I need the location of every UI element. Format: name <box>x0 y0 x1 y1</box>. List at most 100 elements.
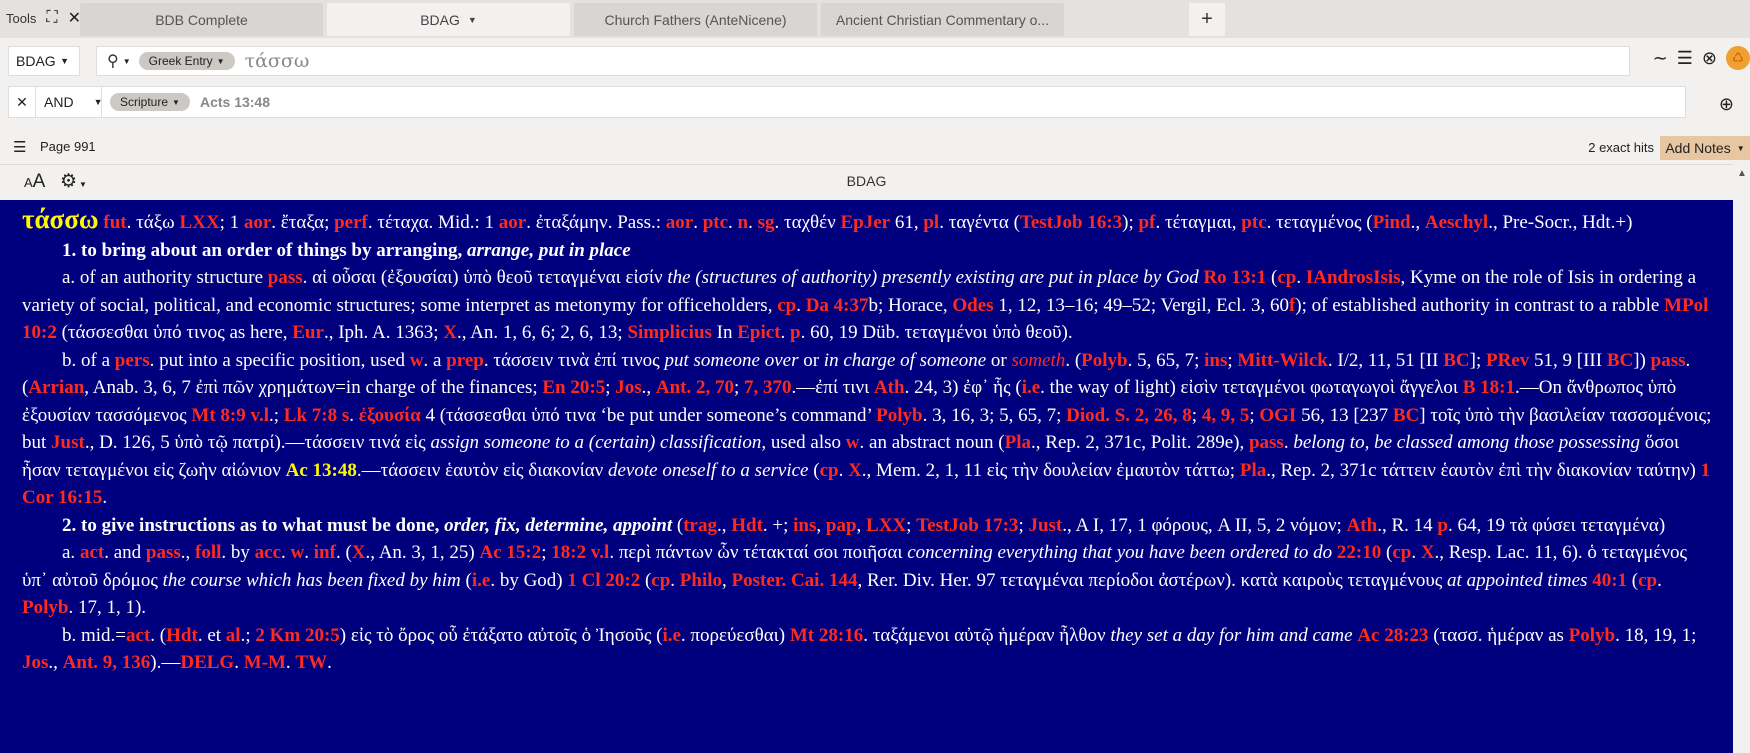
reference-link[interactable]: Polyb <box>1081 350 1127 371</box>
reference-link[interactable]: Ath <box>874 377 905 398</box>
reference-link[interactable]: BC <box>1393 405 1419 426</box>
tab-ancient-christian-commentary[interactable]: Ancient Christian Commentary o... <box>821 3 1064 36</box>
reference-link[interactable]: X <box>352 542 366 563</box>
reference-link[interactable]: Jos <box>22 652 48 673</box>
search-input[interactable]: ⚲ ▼ Greek Entry ▼ τάσσω <box>96 46 1630 76</box>
new-tab-button[interactable]: + <box>1189 3 1225 36</box>
reference-link[interactable]: prep <box>446 350 484 371</box>
reference-link[interactable]: Epict <box>737 322 780 343</box>
reference-link[interactable]: pass <box>1249 432 1284 453</box>
reference-link[interactable]: Just <box>51 432 85 453</box>
reference-link[interactable]: En 20:5 <box>542 377 605 398</box>
reference-link[interactable]: Ac 15:2 <box>480 542 542 563</box>
abbreviation-link[interactable]: someth <box>1011 350 1065 371</box>
reference-link[interactable]: 1 Cl 20:2 <box>567 570 640 591</box>
reference-link[interactable]: pf <box>1139 212 1156 233</box>
reference-link[interactable]: aor <box>244 212 271 233</box>
tab-church-fathers[interactable]: Church Fathers (AnteNicene) <box>574 3 817 36</box>
scrollbar[interactable]: ▲ <box>1733 164 1750 753</box>
scroll-up-icon[interactable]: ▲ <box>1737 168 1747 179</box>
reference-link[interactable]: 7, 370 <box>744 377 792 398</box>
reference-link[interactable]: Diod. S. 2, 26, 8 <box>1066 405 1192 426</box>
reference-link[interactable]: i.e <box>1022 377 1040 398</box>
highlighted-reference-link[interactable]: Ac 13:48 <box>286 460 357 481</box>
reference-link[interactable]: i.e <box>662 625 680 646</box>
reference-link[interactable]: Ath <box>1347 515 1378 536</box>
reference-link[interactable]: TestJob 17:3 <box>916 515 1018 536</box>
reference-link[interactable]: M-M <box>244 652 286 673</box>
reference-link[interactable]: pers <box>115 350 150 371</box>
tools-menu[interactable]: Tools ⛶ ✕ <box>6 0 81 36</box>
reference-link[interactable]: pap <box>826 515 857 536</box>
remove-filter-button[interactable]: ✕ <box>9 87 36 117</box>
reference-link[interactable]: foll <box>195 542 221 563</box>
reference-link[interactable]: Poster. Cai. 144 <box>732 570 858 591</box>
reference-link[interactable]: acc <box>255 542 281 563</box>
reference-link[interactable]: sg <box>758 212 775 233</box>
reference-link[interactable]: f <box>1289 295 1295 316</box>
reference-link[interactable]: 2 Km 20:5 <box>255 625 339 646</box>
reference-link[interactable]: Philo <box>680 570 722 591</box>
reference-link[interactable]: Polyb <box>876 405 922 426</box>
reference-link[interactable]: pl <box>923 212 939 233</box>
reference-link[interactable]: w <box>410 350 424 371</box>
reference-link[interactable]: Hdt <box>731 515 763 536</box>
close-icon[interactable]: ✕ <box>68 8 81 28</box>
list-icon[interactable]: ☰ <box>1677 48 1693 69</box>
reference-link[interactable]: LXX <box>179 212 219 233</box>
reference-link[interactable]: Polyb <box>1569 625 1615 646</box>
reference-link[interactable]: Pla <box>1240 460 1266 481</box>
reference-link[interactable]: EpJer <box>840 212 890 233</box>
chevron-down-icon[interactable]: ▼ <box>468 15 477 25</box>
fullscreen-icon[interactable]: ⛶ <box>46 9 57 27</box>
reference-link[interactable]: Ac 28:23 <box>1357 625 1428 646</box>
operator-select[interactable]: AND ▼ <box>36 87 102 117</box>
reference-link[interactable]: Pla <box>1005 432 1031 453</box>
tab-bdag[interactable]: BDAG ▼ <box>327 3 570 36</box>
reference-link[interactable]: inf <box>314 542 336 563</box>
reference-link[interactable]: act <box>80 542 104 563</box>
reference-link[interactable]: Da 4:37 <box>806 295 869 316</box>
reference-link[interactable]: cp <box>1277 267 1296 288</box>
reference-link[interactable]: Aeschyl <box>1425 212 1488 233</box>
reference-link[interactable]: trag <box>683 515 717 536</box>
reference-link[interactable]: fut <box>103 212 126 233</box>
reference-link[interactable]: w <box>291 542 305 563</box>
recycle-icon[interactable]: ♺ <box>1726 46 1750 70</box>
reference-link[interactable]: cp <box>1638 570 1657 591</box>
reference-link[interactable]: PRev <box>1486 350 1529 371</box>
reference-link[interactable]: TestJob 16:3 <box>1020 212 1122 233</box>
tools-label[interactable]: Tools <box>6 11 36 26</box>
reference-link[interactable]: DELG <box>180 652 234 673</box>
reference-link[interactable]: ins <box>793 515 816 536</box>
reference-link[interactable]: Simplicius <box>627 322 711 343</box>
reference-link[interactable]: 18:2 v.l <box>551 542 609 563</box>
reference-link[interactable]: aor <box>499 212 526 233</box>
reference-link[interactable]: 22:10 <box>1337 542 1381 563</box>
reference-link[interactable]: OGI <box>1259 405 1296 426</box>
scripture-input[interactable]: Acts 13:48 <box>200 94 270 110</box>
reference-link[interactable]: perf <box>334 212 368 233</box>
reference-link[interactable]: aor <box>666 212 693 233</box>
reference-link[interactable]: Lk 7:8 s <box>284 405 349 426</box>
reference-link[interactable]: TW <box>295 652 327 673</box>
add-filter-icon[interactable]: ⊕ <box>1719 94 1734 115</box>
reference-link[interactable]: pass <box>146 542 181 563</box>
list-icon[interactable]: ☰ <box>13 138 26 156</box>
reference-link[interactable]: Jos <box>615 377 641 398</box>
reference-link[interactable]: IAndrosIsis <box>1306 267 1401 288</box>
reference-link[interactable]: ἐξουσία <box>359 405 421 426</box>
reference-link[interactable]: pass <box>268 267 303 288</box>
scripture-pill[interactable]: Scripture ▼ <box>110 93 190 111</box>
reference-link[interactable]: ptc <box>1241 212 1266 233</box>
reference-link[interactable]: n <box>738 212 749 233</box>
reference-link[interactable]: act <box>126 625 150 646</box>
reference-link[interactable]: Ant. 2, 70 <box>656 377 734 398</box>
search-query[interactable]: τάσσω <box>245 50 310 72</box>
reference-link[interactable]: Polyb <box>22 597 68 618</box>
tab-bdb-complete[interactable]: BDB Complete <box>80 3 323 36</box>
add-notes-button[interactable]: Add Notes ▼ <box>1660 136 1750 160</box>
reference-link[interactable]: ptc <box>703 212 728 233</box>
reference-link[interactable]: LXX <box>866 515 906 536</box>
reference-link[interactable]: BC <box>1443 350 1469 371</box>
